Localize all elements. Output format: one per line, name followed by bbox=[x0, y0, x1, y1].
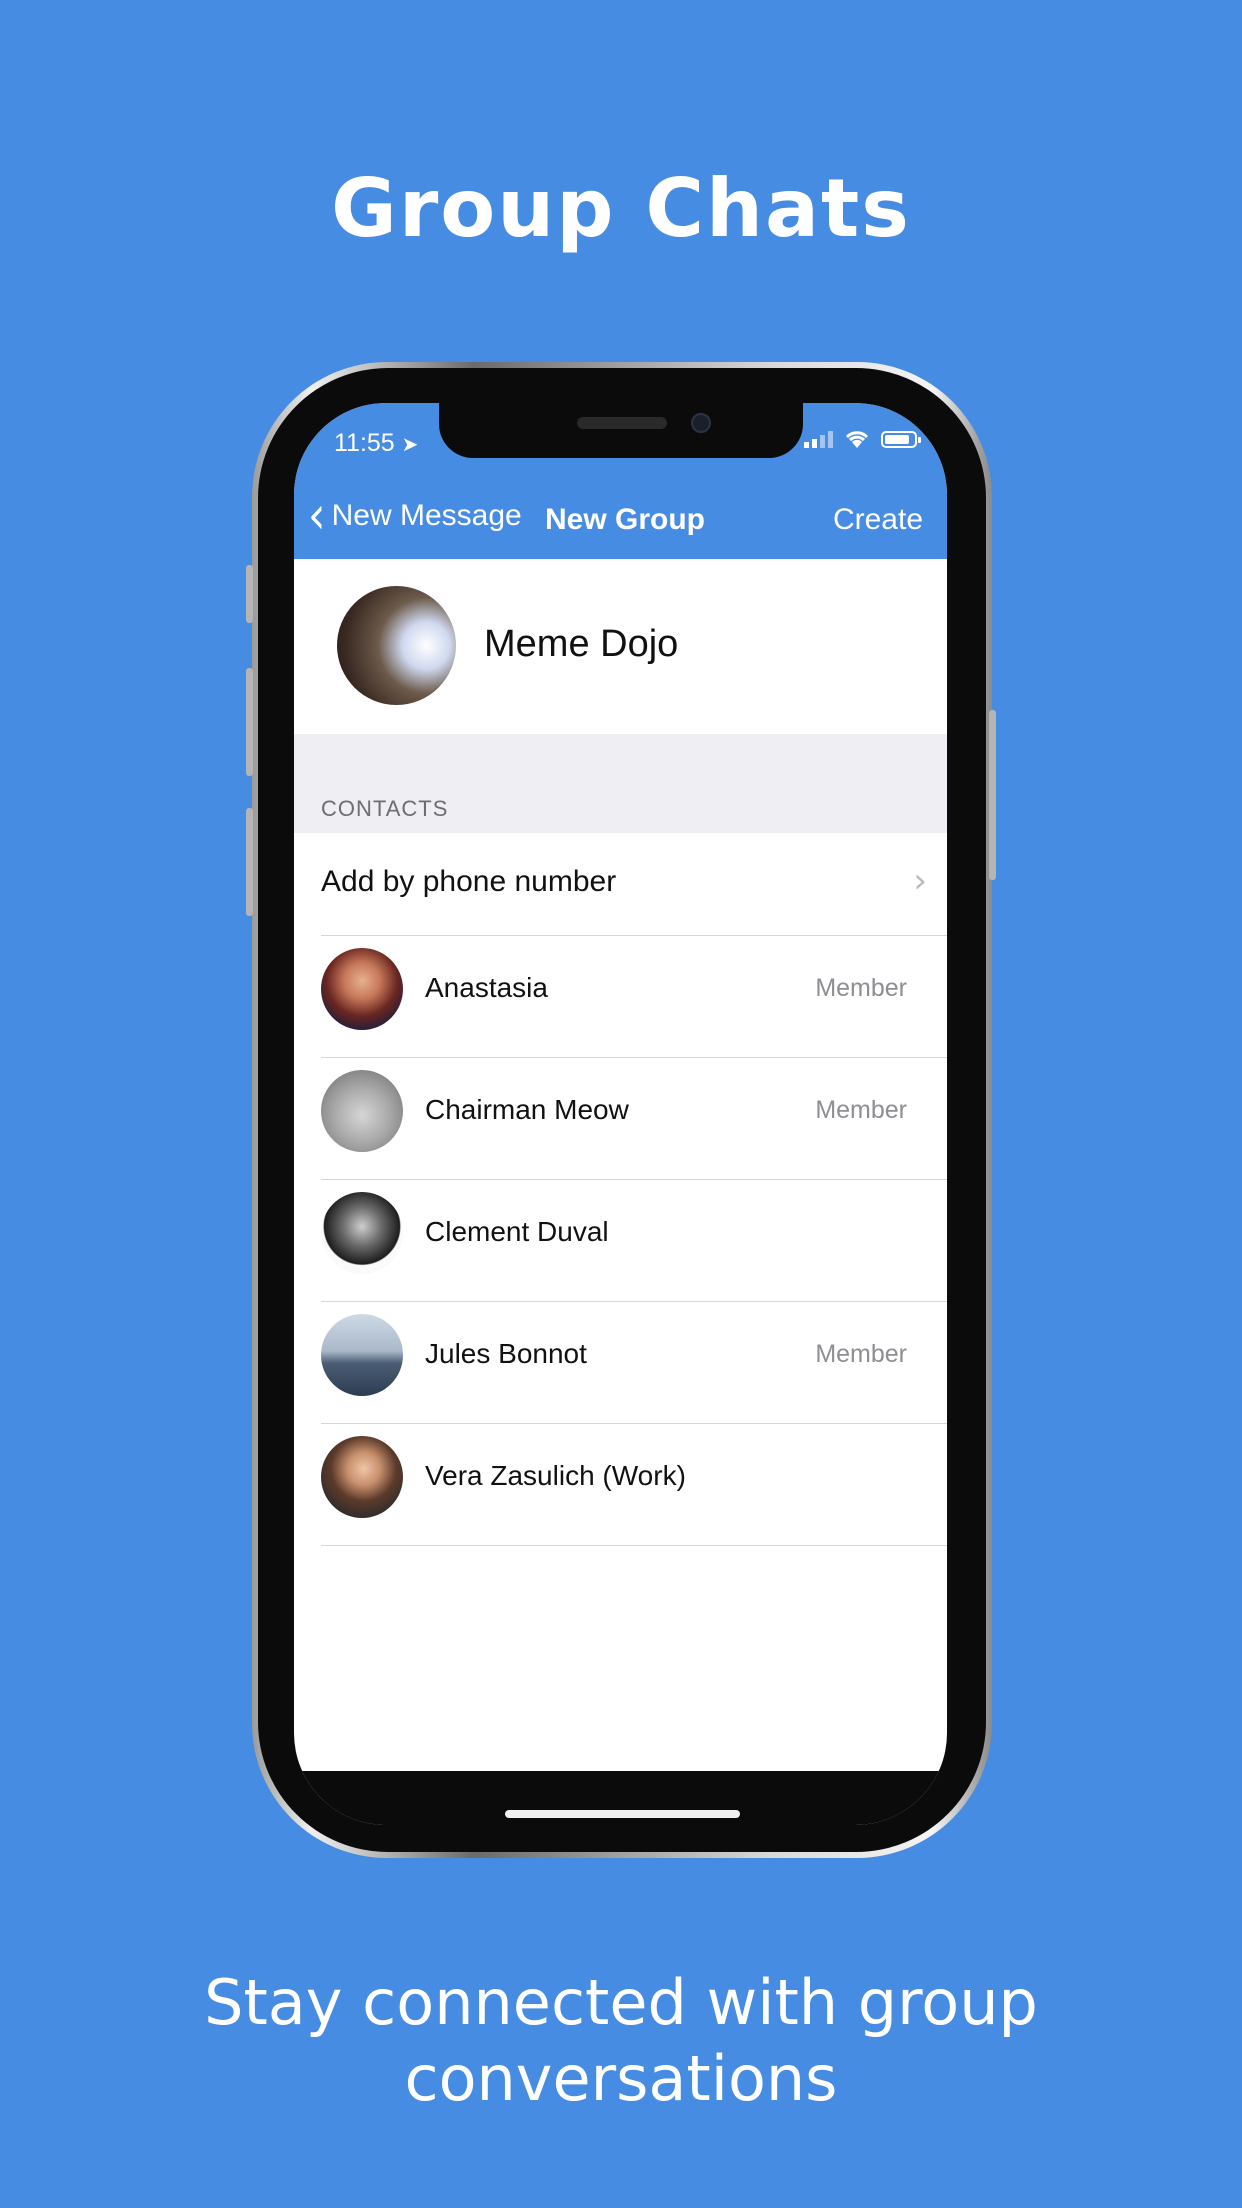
tagline: Stay connected with group conversations bbox=[204, 1966, 1038, 2115]
group-header: Meme Dojo bbox=[294, 559, 947, 734]
avatar bbox=[321, 1070, 403, 1152]
member-badge: Member bbox=[815, 974, 907, 1002]
back-button[interactable]: ‹ New Message bbox=[308, 484, 522, 546]
status-icons bbox=[804, 429, 921, 449]
home-indicator[interactable] bbox=[505, 1810, 740, 1818]
member-badge: Member bbox=[815, 1340, 907, 1368]
group-name[interactable]: Meme Dojo bbox=[484, 623, 678, 666]
contact-name: Jules Bonnot bbox=[425, 1338, 587, 1369]
contacts-list: Add by phone number › Anastasia Member C… bbox=[294, 833, 947, 1546]
contact-name: Clement Duval bbox=[425, 1216, 609, 1247]
location-arrow-icon: ➤ bbox=[401, 434, 419, 456]
chevron-left-icon: ‹ bbox=[308, 484, 326, 546]
camera bbox=[691, 413, 711, 433]
add-by-phone-label: Add by phone number bbox=[321, 865, 617, 898]
volume-up-button bbox=[246, 668, 253, 776]
member-badge: Member bbox=[815, 1096, 907, 1124]
create-button[interactable]: Create bbox=[833, 503, 923, 537]
phone-screen: 11:55 ➤ ‹ New Message New Group Create M… bbox=[294, 403, 947, 1825]
avatar bbox=[321, 1436, 403, 1518]
back-label: New Message bbox=[331, 499, 522, 532]
chevron-right-icon: › bbox=[913, 861, 927, 901]
status-time: 11:55 ➤ bbox=[334, 429, 419, 457]
avatar bbox=[321, 1314, 403, 1396]
section-label: CONTACTS bbox=[321, 796, 449, 821]
contact-row[interactable]: Chairman Meow Member bbox=[321, 1058, 947, 1180]
volume-down-button bbox=[246, 808, 253, 916]
contact-name: Chairman Meow bbox=[425, 1094, 629, 1125]
contact-row[interactable]: Vera Zasulich (Work) bbox=[321, 1424, 947, 1546]
avatar bbox=[321, 948, 403, 1030]
speaker bbox=[577, 417, 667, 429]
contact-name: Anastasia bbox=[425, 972, 548, 1003]
cellular-signal-icon bbox=[804, 430, 833, 448]
wifi-icon bbox=[845, 431, 869, 448]
add-by-phone-row[interactable]: Add by phone number › bbox=[321, 833, 947, 936]
contact-row[interactable]: Jules Bonnot Member bbox=[321, 1302, 947, 1424]
contacts-section-header: CONTACTS bbox=[294, 734, 947, 833]
contact-name: Vera Zasulich (Work) bbox=[425, 1460, 686, 1491]
contact-row[interactable]: Anastasia Member bbox=[321, 936, 947, 1058]
notch bbox=[439, 403, 803, 458]
headline: Group Chats bbox=[331, 162, 911, 255]
group-avatar[interactable] bbox=[337, 586, 456, 705]
nav-title: New Group bbox=[545, 503, 706, 536]
battery-icon bbox=[881, 430, 921, 448]
mute-switch bbox=[246, 565, 253, 623]
avatar bbox=[321, 1192, 403, 1274]
power-button bbox=[989, 710, 996, 880]
contact-row[interactable]: Clement Duval bbox=[321, 1180, 947, 1302]
